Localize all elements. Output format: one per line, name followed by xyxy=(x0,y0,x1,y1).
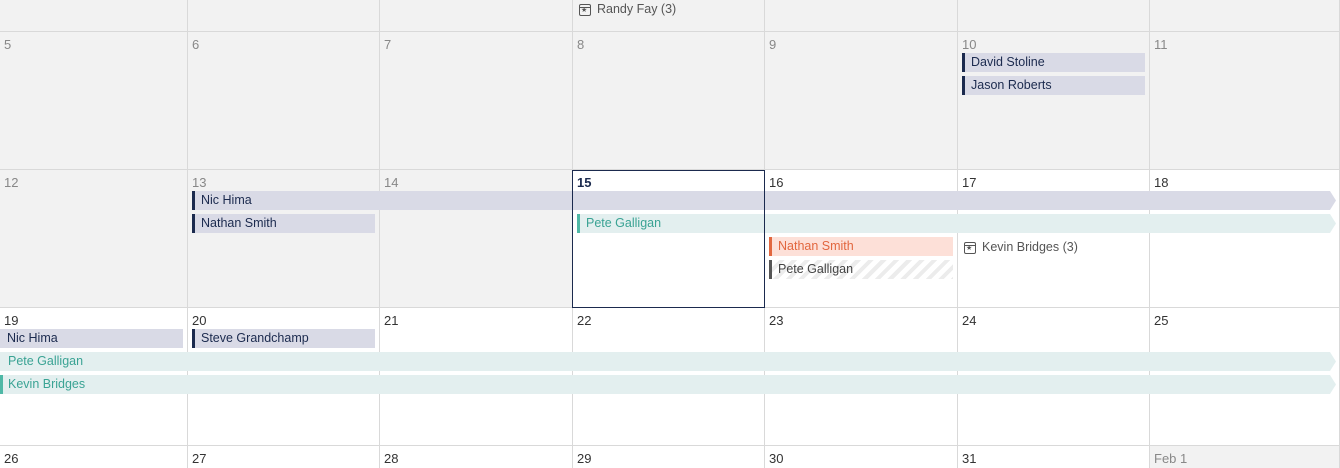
day-cell[interactable] xyxy=(0,0,188,31)
day-number: Feb 1 xyxy=(1154,451,1188,466)
day-cell[interactable]: 12 xyxy=(0,170,188,307)
day-cell[interactable]: 5 xyxy=(0,32,188,169)
day-number: 14 xyxy=(384,175,399,190)
day-number: 17 xyxy=(962,175,977,190)
day-cell[interactable]: 11 xyxy=(1150,32,1340,169)
day-cell[interactable] xyxy=(958,0,1150,31)
event-pete-galligan-tentative[interactable]: Pete Galligan xyxy=(769,260,953,279)
event-group-kevin[interactable]: Kevin Bridges (3) xyxy=(964,238,1078,257)
day-number: 27 xyxy=(192,451,207,466)
day-cell[interactable]: 14 xyxy=(380,170,573,307)
event-pete-galligan[interactable]: Pete Galligan xyxy=(577,214,1336,233)
day-number: 8 xyxy=(577,37,585,52)
day-number: 22 xyxy=(577,313,592,328)
day-number-today: 15 xyxy=(577,175,592,190)
calendar-star-icon xyxy=(964,241,976,254)
day-number: 25 xyxy=(1154,313,1169,328)
day-number: 9 xyxy=(769,37,777,52)
calendar-week-4: 26 27 28 29 30 31 Feb 1 xyxy=(0,446,1340,468)
day-number: 11 xyxy=(1154,37,1168,52)
event-david-stoline[interactable]: David Stoline xyxy=(962,53,1145,72)
day-number: 26 xyxy=(4,451,19,466)
day-number: 28 xyxy=(384,451,399,466)
day-cell[interactable]: 28 xyxy=(380,446,573,468)
event-nic-hima[interactable]: Nic Hima xyxy=(0,329,183,348)
calendar-week-2: 12 13 14 15 16 17 18 Nic Hima Nathan Smi… xyxy=(0,170,1340,308)
event-group-randy[interactable]: Randy Fay (3) xyxy=(579,0,676,19)
day-cell[interactable]: 27 xyxy=(188,446,380,468)
day-cell[interactable] xyxy=(765,0,958,31)
day-cell[interactable]: 18 xyxy=(1150,170,1340,307)
day-number: 21 xyxy=(384,313,399,328)
day-cell[interactable]: 26 xyxy=(0,446,188,468)
day-cell[interactable]: 13 xyxy=(188,170,380,307)
calendar-star-icon xyxy=(579,3,591,16)
day-number: 13 xyxy=(192,175,207,190)
day-cell[interactable]: 31 xyxy=(958,446,1150,468)
day-number: 10 xyxy=(962,37,977,52)
day-number: 7 xyxy=(384,37,392,52)
day-cell[interactable]: 9 xyxy=(765,32,958,169)
event-group-label: Randy Fay (3) xyxy=(597,2,677,16)
day-number: 16 xyxy=(769,175,784,190)
event-nathan-smith-pending[interactable]: Nathan Smith xyxy=(769,237,953,256)
day-cell[interactable] xyxy=(188,0,380,31)
day-number: 23 xyxy=(769,313,784,328)
day-number: 31 xyxy=(962,451,977,466)
day-number: 30 xyxy=(769,451,784,466)
day-number: 29 xyxy=(577,451,592,466)
day-cell[interactable]: 30 xyxy=(765,446,958,468)
event-group-label: Kevin Bridges (3) xyxy=(982,240,1078,254)
day-cell[interactable] xyxy=(1150,0,1340,31)
day-cell[interactable]: 6 xyxy=(188,32,380,169)
event-nathan-smith[interactable]: Nathan Smith xyxy=(192,214,375,233)
event-pete-galligan[interactable]: Pete Galligan xyxy=(0,352,1336,371)
event-jason-roberts[interactable]: Jason Roberts xyxy=(962,76,1145,95)
event-steve-grandchamp[interactable]: Steve Grandchamp xyxy=(192,329,375,348)
day-cell[interactable]: 7 xyxy=(380,32,573,169)
event-kevin-bridges[interactable]: Kevin Bridges xyxy=(0,375,1336,394)
calendar-week-3: 19 20 21 22 23 24 25 Nic Hima Steve Gran… xyxy=(0,308,1340,446)
day-number: 20 xyxy=(192,313,207,328)
day-cell[interactable]: 29 xyxy=(573,446,765,468)
day-number: 18 xyxy=(1154,175,1169,190)
day-number: 19 xyxy=(4,313,19,328)
event-nic-hima[interactable]: Nic Hima xyxy=(192,191,1336,210)
day-number: 24 xyxy=(962,313,977,328)
calendar-week-0: Randy Fay (3) xyxy=(0,0,1340,32)
day-cell[interactable] xyxy=(380,0,573,31)
day-number: 5 xyxy=(4,37,12,52)
day-cell[interactable]: 8 xyxy=(573,32,765,169)
day-cell-next-month[interactable]: Feb 1 xyxy=(1150,446,1340,468)
day-number: 12 xyxy=(4,175,19,190)
day-number: 6 xyxy=(192,37,200,52)
calendar-week-1: 5 6 7 8 9 10 11 David Stoline Jason Robe… xyxy=(0,32,1340,170)
day-cell-today[interactable]: 15 xyxy=(573,170,765,307)
